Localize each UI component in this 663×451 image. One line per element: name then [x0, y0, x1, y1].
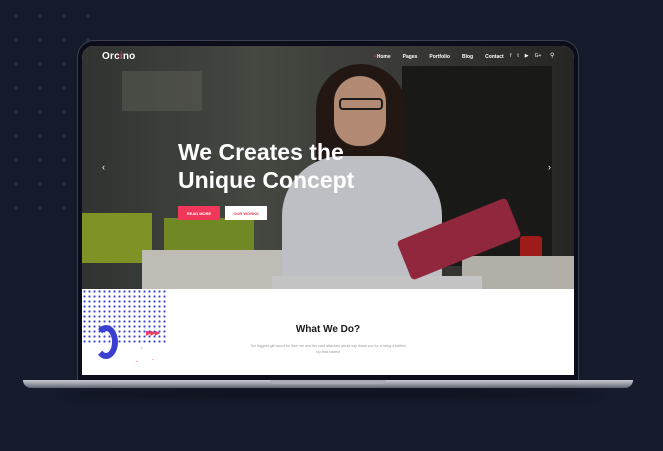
logo-text-prefix: Orc — [102, 51, 120, 62]
nav-item-home[interactable]: Home — [374, 54, 391, 60]
search-icon[interactable]: ⚲ — [550, 52, 554, 59]
main-menu: Home Pages Portfolio Blog Contact — [374, 54, 504, 60]
nav-item-portfolio[interactable]: Portfolio — [429, 54, 450, 60]
what-we-do-section: ▶▶▶ What We Do? The biggest gift would b… — [82, 289, 574, 375]
section-description: The biggest gift would be from me and th… — [249, 344, 407, 354]
nav-item-blog[interactable]: Blog — [462, 54, 473, 60]
logo-text-suffix: no — [122, 51, 136, 62]
laptop-notch — [270, 380, 386, 384]
slider-prev-arrow-icon[interactable]: ‹ — [102, 162, 105, 172]
our-works-button[interactable]: OUR WORKS — [225, 206, 267, 220]
hero-headline-line-2: Unique Concept — [178, 167, 355, 193]
section-title: What We Do? — [295, 324, 361, 335]
nav-item-pages[interactable]: Pages — [403, 54, 418, 60]
social-links: f t ▶ G+ — [510, 53, 541, 59]
top-navigation: Orcino Home Pages Portfolio Blog Contact… — [82, 46, 574, 68]
youtube-icon[interactable]: ▶ — [525, 53, 529, 59]
laptop-screen: Orcino Home Pages Portfolio Blog Contact… — [82, 46, 574, 375]
hero-section: Orcino Home Pages Portfolio Blog Contact… — [82, 46, 574, 289]
laptop-shadow — [60, 390, 600, 398]
slider-next-arrow-icon[interactable]: › — [548, 162, 551, 172]
facebook-icon[interactable]: f — [510, 53, 511, 59]
site-logo[interactable]: Orcino — [102, 51, 135, 62]
decorative-paper-plane-icon — [136, 347, 157, 368]
hero-headline: We Creates the Unique Concept — [178, 138, 354, 194]
read-more-button[interactable]: READ MORE — [178, 206, 220, 220]
nav-item-contact[interactable]: Contact — [485, 54, 504, 60]
hero-headline-line-1: We Creates the — [178, 139, 344, 165]
google-plus-icon[interactable]: G+ — [535, 53, 542, 59]
twitter-icon[interactable]: t — [517, 53, 518, 59]
laptop-frame: Orcino Home Pages Portfolio Blog Contact… — [78, 41, 578, 381]
